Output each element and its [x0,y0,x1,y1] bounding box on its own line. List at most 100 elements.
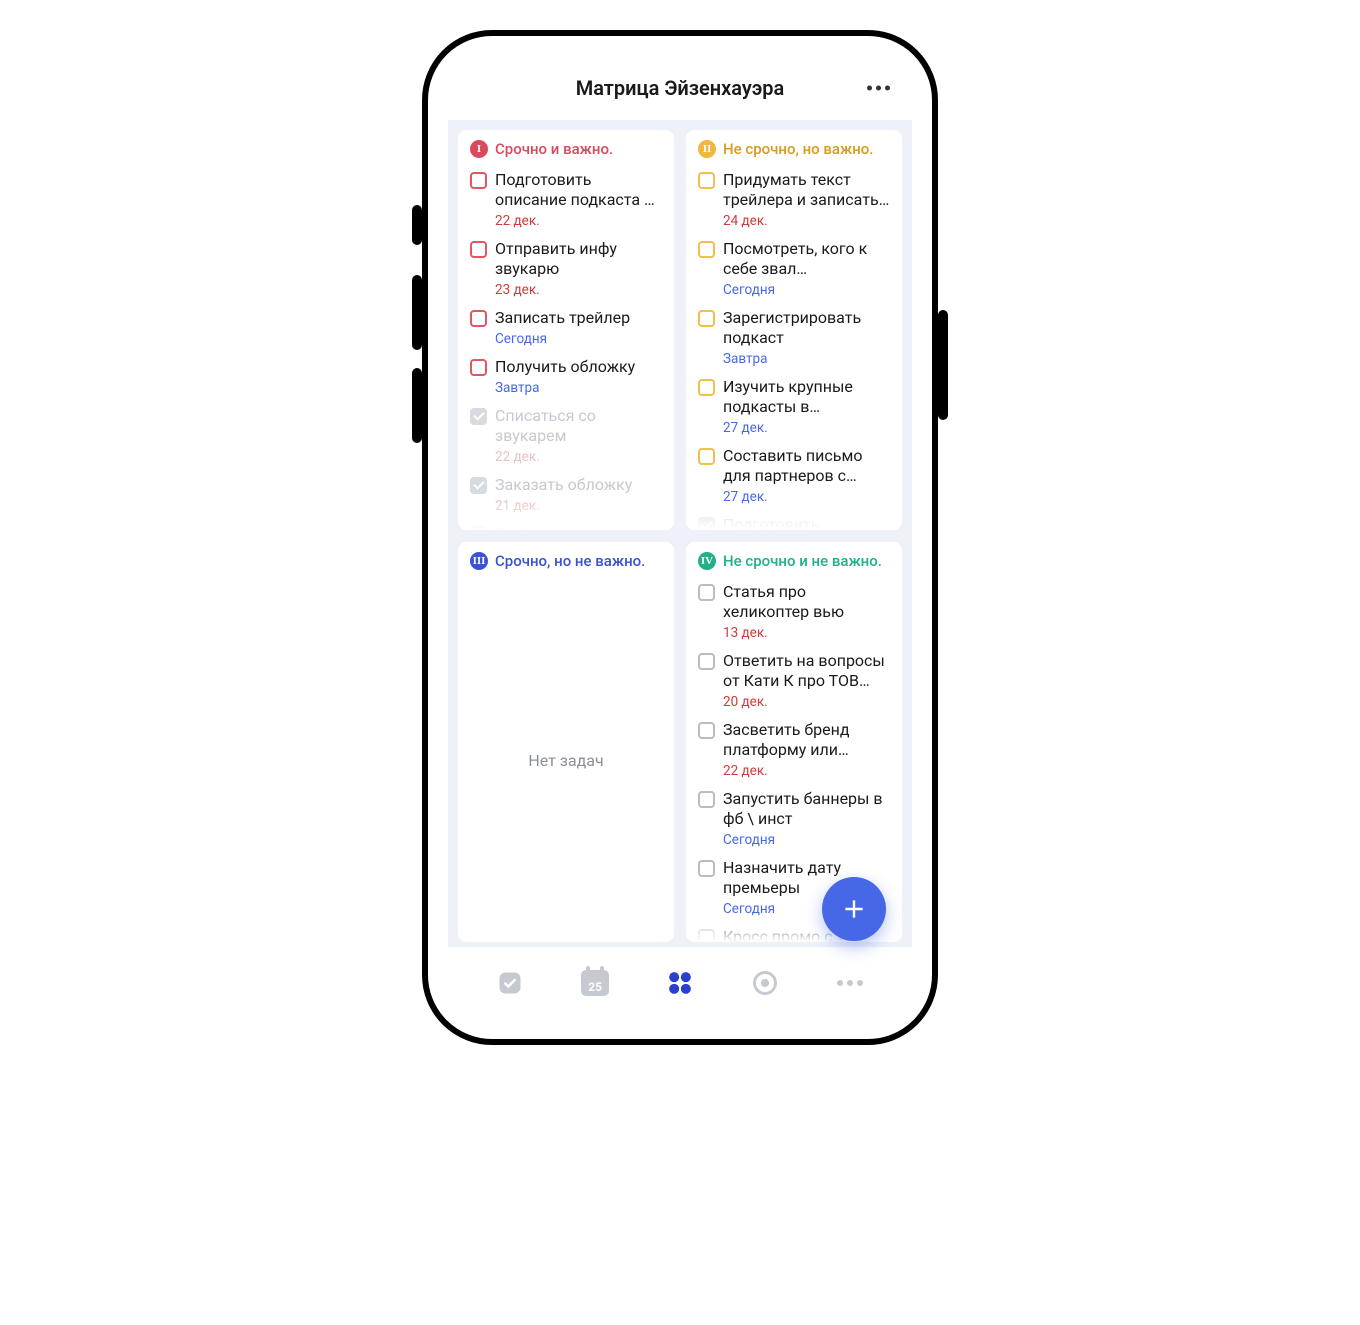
task-date: 27 дек. [723,489,890,505]
checkbox-checked-icon[interactable] [470,526,487,530]
task-title: Отправить инфу звукарю [495,239,662,279]
task-date: 27 дек. [723,420,890,436]
quadrant-badge-icon: II [698,140,716,158]
quadrant-body: Подготовить описание подкаста на 1 абзац… [458,166,674,530]
checkbox-icon[interactable] [698,379,715,396]
task-item[interactable]: Статья про хеликоптер вью 13 дек. [686,578,902,647]
quadrant-header: II Не срочно, но важно. [686,130,902,166]
quadrant-urgent-important[interactable]: I Срочно и важно. Подготовить описание п… [458,130,674,530]
task-title: Заказать обложку [495,475,662,495]
checkbox-icon[interactable] [470,359,487,376]
calendar-icon: 25 [581,970,609,996]
quadrant-header: III Срочно, но не важно. [458,542,674,578]
checkbox-icon[interactable] [470,241,487,258]
checkbox-checked-icon[interactable] [470,477,487,494]
nav-calendar[interactable]: 25 [573,961,617,1005]
task-title: Подготовить сценарий [723,515,890,530]
task-item[interactable]: Подготовить сценарий [686,511,902,530]
task-title: Подготовить описание подкаста на 1 абзац [495,170,662,210]
checkbox-icon[interactable] [698,791,715,808]
checkbox-icon[interactable] [698,929,715,942]
empty-state-text: Нет задач [458,578,674,942]
task-title: Составить письмо для партнеров с предлож… [723,446,890,486]
check-square-icon [496,969,524,997]
task-date: Завтра [495,380,662,396]
plus-icon [841,896,867,922]
task-title: Записать трейлер [495,308,662,328]
task-title: Посмотреть, кого к себе звал https://t.m… [723,239,890,279]
task-title: Придумать текст трейлера и записать… [723,170,890,210]
phone-side-button [412,275,422,350]
quadrant-title: Срочно, но не важно. [495,552,645,570]
task-title: Выбрать спикеров из [495,524,662,530]
bottom-nav: 25 [448,947,912,1019]
task-item[interactable]: Списаться со звукарем 22 дек. [458,402,674,471]
checkbox-icon[interactable] [698,448,715,465]
quadrant-not-urgent-important[interactable]: II Не срочно, но важно. Придумать текст … [686,130,902,530]
checkbox-icon[interactable] [698,584,715,601]
eisenhower-matrix: I Срочно и важно. Подготовить описание п… [448,120,912,947]
checkbox-icon[interactable] [698,310,715,327]
checkbox-checked-icon[interactable] [698,517,715,530]
task-item[interactable]: Запустить баннеры в фб \ инст Сегодня [686,785,902,854]
task-date: 13 дек. [723,625,890,641]
task-item[interactable]: Получить обложку Завтра [458,353,674,402]
task-title: Ответить на вопросы от Кати К про ТОВ фи… [723,651,890,691]
quadrant-body: Нет задач [458,578,674,942]
task-item[interactable]: Выбрать спикеров из [458,520,674,530]
task-item[interactable]: Изучить крупные подкасты в смежных… 27 д… [686,373,902,442]
quadrant-title: Не срочно, но важно. [723,140,873,158]
nav-focus[interactable] [743,961,787,1005]
task-item[interactable]: Составить письмо для партнеров с предлож… [686,442,902,511]
checkbox-checked-icon[interactable] [470,408,487,425]
checkbox-icon[interactable] [470,310,487,327]
task-item[interactable]: Придумать текст трейлера и записать… 24 … [686,166,902,235]
task-item[interactable]: Ответить на вопросы от Кати К про ТОВ фи… [686,647,902,716]
phone-side-button [412,368,422,443]
calendar-day: 25 [588,980,602,994]
quadrant-badge-icon: IV [698,552,716,570]
task-date: Сегодня [723,832,890,848]
quadrant-header: I Срочно и важно. [458,130,674,166]
task-title: Списаться со звукарем [495,406,662,446]
checkbox-icon[interactable] [698,653,715,670]
task-item[interactable]: Засветить бренд платформу или бренд… 22 … [686,716,902,785]
quadrant-body: Придумать текст трейлера и записать… 24 … [686,166,902,530]
target-icon [751,969,779,997]
task-title: Статья про хеликоптер вью [723,582,890,622]
task-date: 23 дек. [495,282,662,298]
task-title: Получить обложку [495,357,662,377]
task-title: Запустить баннеры в фб \ инст [723,789,890,829]
nav-more[interactable] [828,961,872,1005]
task-item[interactable]: Отправить инфу звукарю 23 дек. [458,235,674,304]
more-horizontal-icon [837,980,863,986]
kebab-icon [876,86,881,91]
task-item[interactable]: Посмотреть, кого к себе звал https://t.m… [686,235,902,304]
checkbox-icon[interactable] [470,172,487,189]
phone-side-button [938,310,948,420]
app-header: Матрица Эйзенхауэра [448,56,912,120]
grid-icon [666,969,694,997]
checkbox-icon[interactable] [698,860,715,877]
quadrant-urgent-not-important[interactable]: III Срочно, но не важно. Нет задач [458,542,674,942]
checkbox-icon[interactable] [698,722,715,739]
task-date: 22 дек. [495,213,662,229]
kebab-icon [867,86,872,91]
task-date: Завтра [723,351,890,367]
task-date: 20 дек. [723,694,890,710]
more-options-button[interactable] [867,86,890,91]
nav-tasks[interactable] [488,961,532,1005]
task-item[interactable]: Заказать обложку 21 дек. [458,471,674,520]
task-date: Сегодня [495,331,662,347]
nav-matrix[interactable] [658,961,702,1005]
task-item[interactable]: Зарегистрировать подкаст Завтра [686,304,902,373]
quadrant-badge-icon: III [470,552,488,570]
quadrant-title: Срочно и важно. [495,140,613,158]
checkbox-icon[interactable] [698,172,715,189]
task-title: Изучить крупные подкасты в смежных… [723,377,890,417]
add-task-button[interactable] [822,877,886,941]
task-item[interactable]: Подготовить описание подкаста на 1 абзац… [458,166,674,235]
task-item[interactable]: Записать трейлер Сегодня [458,304,674,353]
quadrant-title: Не срочно и не важно. [723,552,882,570]
checkbox-icon[interactable] [698,241,715,258]
